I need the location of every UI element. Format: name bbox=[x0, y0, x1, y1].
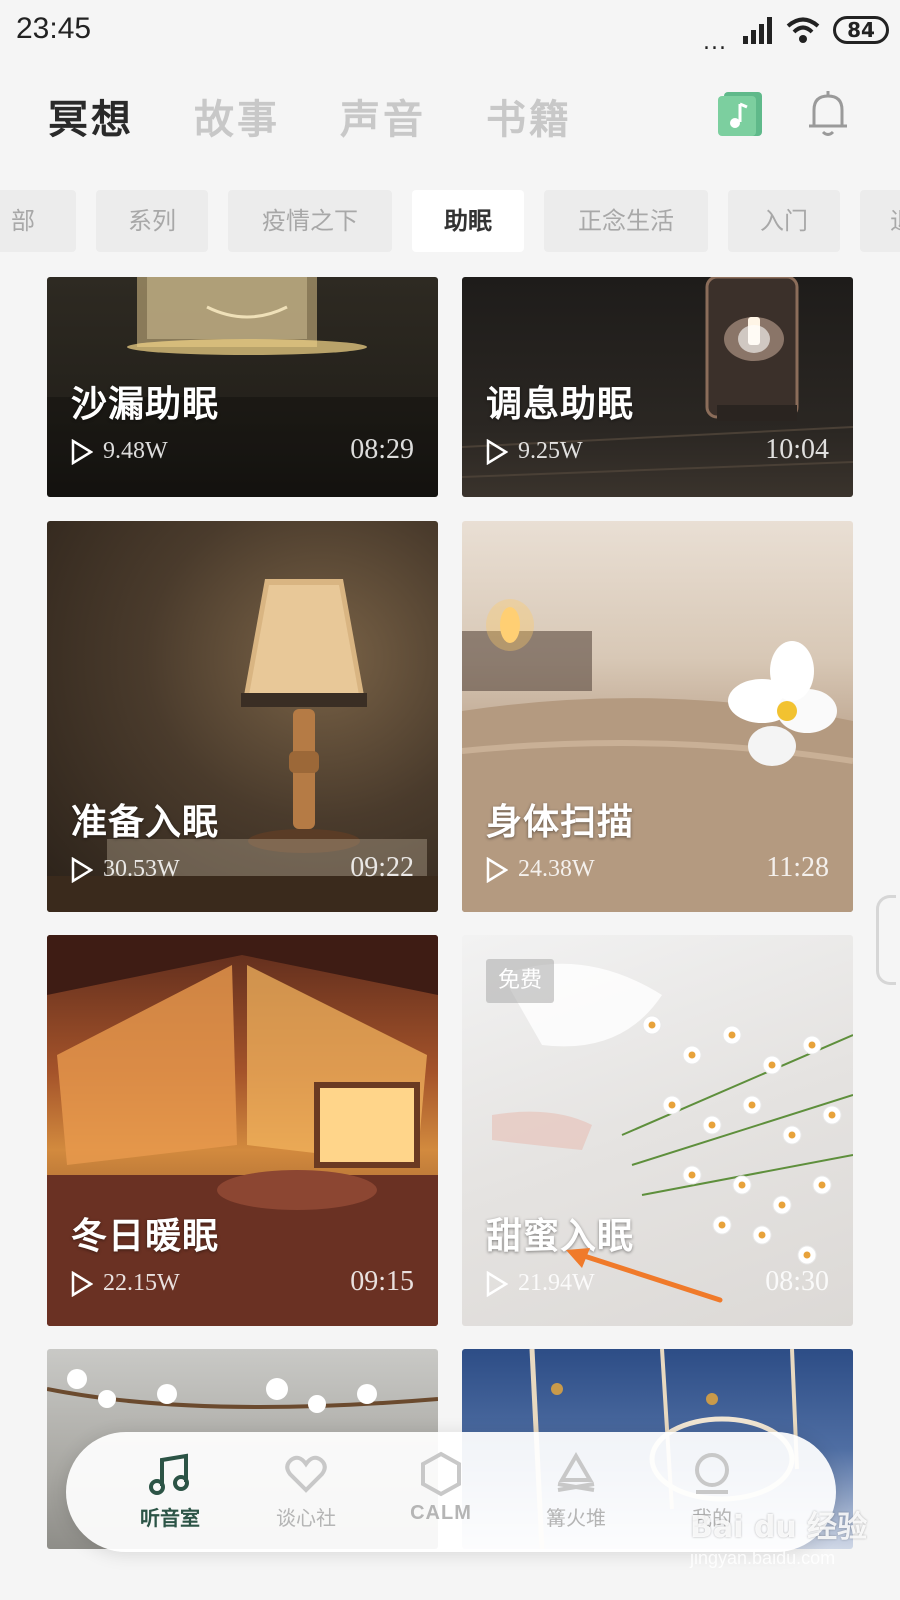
duration: 11:28 bbox=[766, 852, 829, 883]
nav-label: 篝火堆 bbox=[546, 1506, 606, 1530]
chip-beginner[interactable]: 入门 bbox=[728, 190, 840, 252]
status-bar: 23:45 ... 84 bbox=[0, 0, 900, 62]
status-more-icon: ... bbox=[703, 30, 727, 55]
card-title: 准备入眠 bbox=[71, 802, 220, 843]
profile-icon bbox=[695, 1453, 729, 1494]
chip-series[interactable]: 系列 bbox=[96, 190, 208, 252]
annotation-arrow-icon bbox=[566, 1248, 723, 1303]
card-prepare-sleep[interactable]: 准备入眠 30.53W 09:22 bbox=[47, 521, 438, 912]
chip-more[interactable]: 退 bbox=[860, 190, 900, 252]
chip-all[interactable]: 部 bbox=[0, 190, 76, 252]
main-tab-bar: 冥想 故事 声音 书籍 bbox=[48, 86, 632, 146]
card-breathing-sleep[interactable]: 调息助眠 9.25W 10:04 bbox=[462, 277, 853, 497]
play-icon bbox=[71, 1271, 93, 1297]
bell-icon[interactable] bbox=[804, 88, 852, 140]
music-note-icon bbox=[149, 1453, 189, 1495]
nav-campfire[interactable]: 篝火堆 bbox=[526, 1450, 626, 1540]
duration: 09:15 bbox=[350, 1266, 414, 1297]
card-hourglass-sleep[interactable]: 沙漏助眠 9.48W 08:29 bbox=[47, 277, 438, 497]
play-icon bbox=[486, 857, 508, 883]
play-icon bbox=[486, 439, 508, 465]
chip-epidemic[interactable]: 疫情之下 bbox=[228, 190, 392, 252]
play-count: 22.15W bbox=[103, 1270, 180, 1296]
duration: 08:30 bbox=[765, 1266, 829, 1297]
chip-sleep-aid[interactable]: 助眠 bbox=[412, 190, 524, 252]
card-title: 沙漏助眠 bbox=[71, 384, 220, 425]
tab-meditation[interactable]: 冥想 bbox=[48, 87, 134, 145]
nav-label: CALM bbox=[410, 1502, 472, 1524]
tab-books[interactable]: 书籍 bbox=[486, 87, 572, 145]
duration: 08:29 bbox=[350, 434, 414, 465]
nav-label: 听音室 bbox=[140, 1506, 200, 1530]
hexagon-icon bbox=[421, 1451, 461, 1497]
nav-calm[interactable]: CALM bbox=[391, 1450, 491, 1540]
play-icon bbox=[71, 857, 93, 883]
nav-listening-room[interactable]: 听音室 bbox=[120, 1450, 220, 1540]
play-icon bbox=[486, 1271, 508, 1297]
free-badge: 免费 bbox=[486, 959, 555, 1003]
card-title: 调息助眠 bbox=[486, 384, 635, 425]
signal-icon bbox=[743, 17, 772, 44]
play-count: 30.53W bbox=[103, 856, 180, 882]
duration: 10:04 bbox=[765, 434, 829, 465]
side-drawer-handle[interactable] bbox=[876, 895, 896, 985]
card-winter-warm-sleep[interactable]: 冬日暖眠 22.15W 09:15 bbox=[47, 935, 438, 1326]
play-count: 24.38W bbox=[518, 856, 595, 882]
status-time: 23:45 bbox=[16, 12, 92, 45]
music-note-icon[interactable] bbox=[716, 90, 764, 138]
baidu-watermark: Bai du 经验 bbox=[690, 1510, 868, 1545]
duration: 09:22 bbox=[350, 852, 414, 883]
play-icon bbox=[71, 439, 93, 465]
play-count: 9.48W bbox=[103, 438, 168, 464]
play-count: 9.25W bbox=[518, 438, 583, 464]
nav-label: 谈心社 bbox=[276, 1506, 336, 1530]
card-body-scan[interactable]: 身体扫描 24.38W 11:28 bbox=[462, 521, 853, 912]
nav-heart-talk[interactable]: 谈心社 bbox=[256, 1450, 356, 1540]
campfire-icon bbox=[557, 1452, 595, 1492]
category-chip-bar: 部 系列 疫情之下 助眠 正念生活 入门 退 bbox=[0, 190, 900, 252]
card-title: 冬日暖眠 bbox=[71, 1216, 220, 1257]
battery-icon: 84 bbox=[833, 16, 889, 44]
card-title: 身体扫描 bbox=[486, 802, 635, 843]
wifi-icon bbox=[786, 17, 820, 43]
tab-stories[interactable]: 故事 bbox=[194, 87, 280, 145]
heart-icon bbox=[285, 1455, 327, 1493]
tab-sounds[interactable]: 声音 bbox=[340, 87, 426, 145]
baidu-watermark-url: jingyan.baidu.com bbox=[690, 1548, 836, 1568]
chip-mindful-living[interactable]: 正念生活 bbox=[544, 190, 708, 252]
